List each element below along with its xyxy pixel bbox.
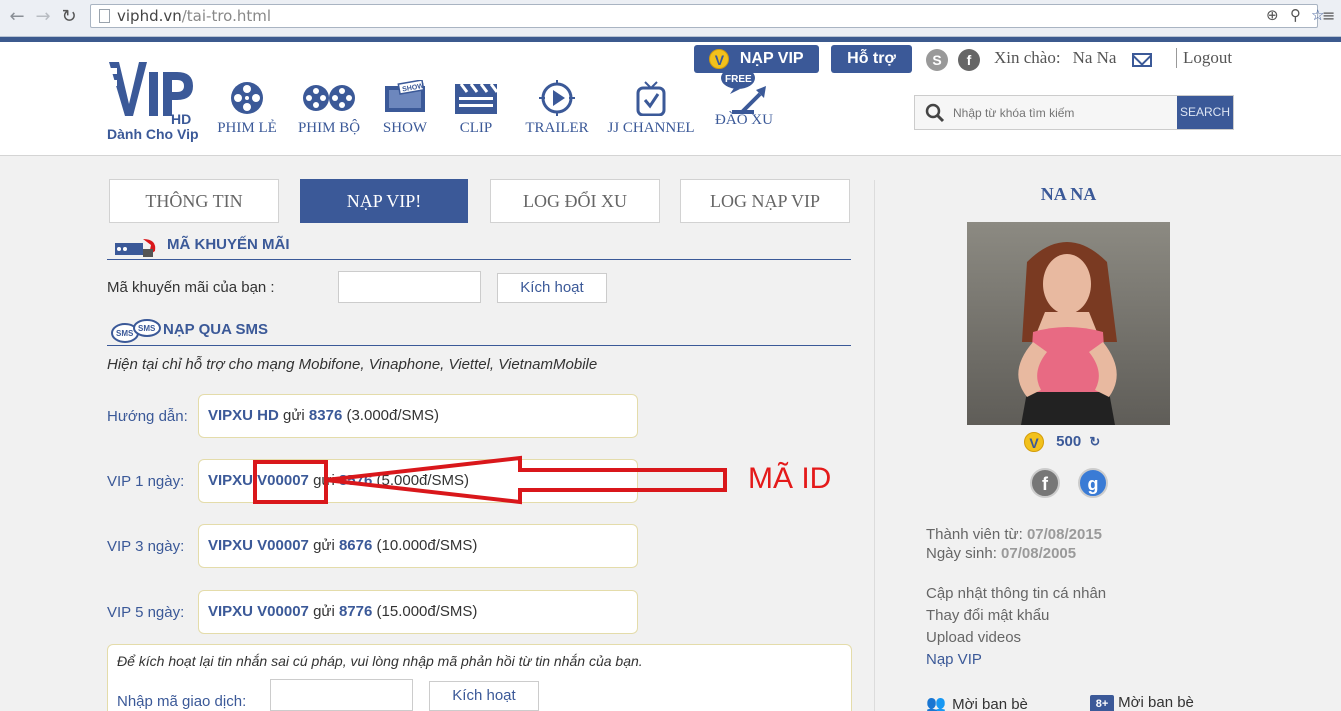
transaction-input[interactable]: [270, 679, 413, 711]
sidebar-divider: [874, 180, 875, 711]
logout-link[interactable]: Logout: [1176, 48, 1232, 68]
sms-network-note: Hiện tại chỉ hỗ trợ cho mạng Mobifone, V…: [107, 356, 598, 373]
nav-dao-xu[interactable]: FREE ĐÀO XU: [704, 67, 784, 129]
svg-text:SMS: SMS: [138, 324, 156, 333]
search-box: SEARCH: [914, 95, 1234, 130]
change-password-link[interactable]: Thay đổi mật khẩu: [926, 607, 1049, 624]
back-icon[interactable]: ←: [6, 6, 28, 28]
reload-icon[interactable]: ↻: [58, 6, 80, 28]
annotation-highlight-box: [253, 460, 328, 504]
facebook-share-icon[interactable]: f: [1030, 468, 1060, 498]
browser-toolbar: ← → ↻ viphd.vn/tai-tro.html ⊕ ⚲ ☆ ≡: [0, 0, 1341, 37]
nav-jj-channel[interactable]: JJ CHANNEL: [604, 80, 698, 137]
film-reel-icon: [231, 82, 263, 114]
annotation-label: MÃ ID: [748, 462, 832, 495]
logo-tagline: Dành Cho Vip: [107, 126, 199, 142]
transaction-activate-button[interactable]: Kích hoạt: [429, 681, 539, 711]
profile-avatar[interactable]: [967, 222, 1170, 425]
address-bar[interactable]: viphd.vn/tai-tro.html ⊕ ⚲ ☆: [90, 4, 1324, 28]
svg-text:FREE: FREE: [725, 74, 752, 85]
google-share-icon[interactable]: g: [1078, 468, 1108, 498]
show-tv-icon: SHOW: [385, 80, 425, 112]
facebook-icon[interactable]: f: [958, 49, 980, 71]
member-since: Thành viên từ: 07/08/2015: [926, 526, 1103, 543]
free-shovel-icon: FREE: [721, 67, 766, 114]
vip-coin-icon: V: [1024, 432, 1044, 452]
promo-activate-button[interactable]: Kích hoạt: [497, 273, 607, 303]
invite-google-friends-link[interactable]: 8+ Mời ban bè: [1090, 694, 1194, 711]
ho-tro-button[interactable]: Hỗ trợ: [831, 45, 912, 73]
greeting: Xin chào: Na Na: [994, 48, 1117, 67]
trailer-play-icon: [539, 80, 575, 116]
invite-friends-link[interactable]: 👥 Mời ban bè: [926, 694, 1028, 711]
pin-icon[interactable]: ⚲: [1290, 6, 1301, 24]
sms-section-header: SMS SMS NẠP QUA SMS: [107, 319, 851, 346]
nav-phim-le[interactable]: PHIM LẺ: [207, 80, 287, 137]
menu-icon[interactable]: ≡: [1322, 6, 1335, 25]
search-button[interactable]: SEARCH: [1177, 96, 1233, 129]
upload-videos-link[interactable]: Upload videos: [926, 629, 1021, 646]
clapperboard-icon: [455, 83, 499, 114]
coin-balance: V 500 ↻: [1024, 432, 1100, 452]
transaction-label: Nhập mã giao dịch:: [117, 693, 247, 710]
tv-channel-icon: [636, 81, 666, 116]
tab-nap-vip[interactable]: NẠP VIP!: [300, 179, 468, 223]
svg-text:HD: HD: [171, 111, 191, 127]
sms-row-box: VIPXU V00007 gửi 8676 (10.000đ/SMS): [198, 524, 638, 568]
google-plus-icon: 8+: [1090, 695, 1114, 711]
promo-code-input[interactable]: [338, 271, 481, 303]
tab-log-nap-vip[interactable]: LOG NẠP VIP: [680, 179, 850, 223]
tab-log-doi-xu[interactable]: LOG ĐỔI XU: [490, 179, 660, 223]
viphd-logo[interactable]: HD: [107, 58, 202, 128]
nav-phim-bo[interactable]: PHIM BỘ: [289, 80, 369, 137]
nap-vip-button[interactable]: V NẠP VIP: [694, 45, 819, 73]
site-header: HD Dành Cho Vip PHIM LẺ PHIM BỘ SHOW SHO…: [0, 42, 1341, 156]
skype-icon[interactable]: S: [926, 49, 948, 71]
search-icon: [925, 103, 945, 123]
retry-note-box: Để kích hoạt lại tin nhắn sai cú pháp, v…: [107, 644, 852, 711]
profile-name: NA NA: [1040, 184, 1097, 204]
mail-icon[interactable]: [1132, 53, 1152, 67]
forward-icon[interactable]: →: [32, 6, 54, 28]
sms-row-label: VIP 5 ngày:: [107, 604, 185, 621]
sms-row-label: VIP 1 ngày:: [107, 473, 185, 490]
update-profile-link[interactable]: Cập nhật thông tin cá nhân: [926, 585, 1106, 602]
tab-thong-tin[interactable]: THÔNG TIN: [109, 179, 279, 223]
username-link[interactable]: Na Na: [1073, 48, 1117, 67]
promo-label: Mã khuyến mãi của bạn :: [107, 279, 275, 296]
retry-note-text: Để kích hoạt lại tin nhắn sai cú pháp, v…: [117, 653, 643, 669]
nav-show[interactable]: SHOW SHOW: [365, 80, 445, 137]
vip-coin-icon: V: [709, 48, 730, 69]
nav-trailer[interactable]: TRAILER: [517, 80, 597, 137]
promo-section-header: MÃ KHUYẾN MÃI: [107, 234, 851, 260]
nav-clip[interactable]: CLIP: [436, 80, 516, 137]
promo-ticket-icon: [115, 239, 156, 257]
sms-row-label: VIP 3 ngày:: [107, 538, 185, 555]
nap-vip-link[interactable]: Nạp VIP: [926, 651, 982, 668]
page-icon: [99, 9, 110, 23]
url-text: viphd.vn/tai-tro.html: [117, 7, 272, 25]
film-reels-icon: [303, 85, 355, 111]
birthday: Ngày sinh: 07/08/2005: [926, 545, 1077, 562]
sms-row-box: VIPXU V00007 gửi 8776 (15.000đ/SMS): [198, 590, 638, 634]
sms-row-label: Hướng dẫn:: [107, 408, 188, 425]
zoom-icon[interactable]: ⊕: [1266, 6, 1279, 24]
search-input[interactable]: [953, 96, 1178, 129]
sms-row-box: VIPXU HD gửi 8376 (3.000đ/SMS): [198, 394, 638, 438]
friends-icon: 👥: [926, 696, 946, 711]
sms-bubbles-icon: SMS SMS: [111, 319, 161, 343]
refresh-icon[interactable]: ↻: [1089, 434, 1100, 449]
annotation-arrow: [325, 455, 727, 505]
svg-text:SMS: SMS: [116, 329, 134, 338]
